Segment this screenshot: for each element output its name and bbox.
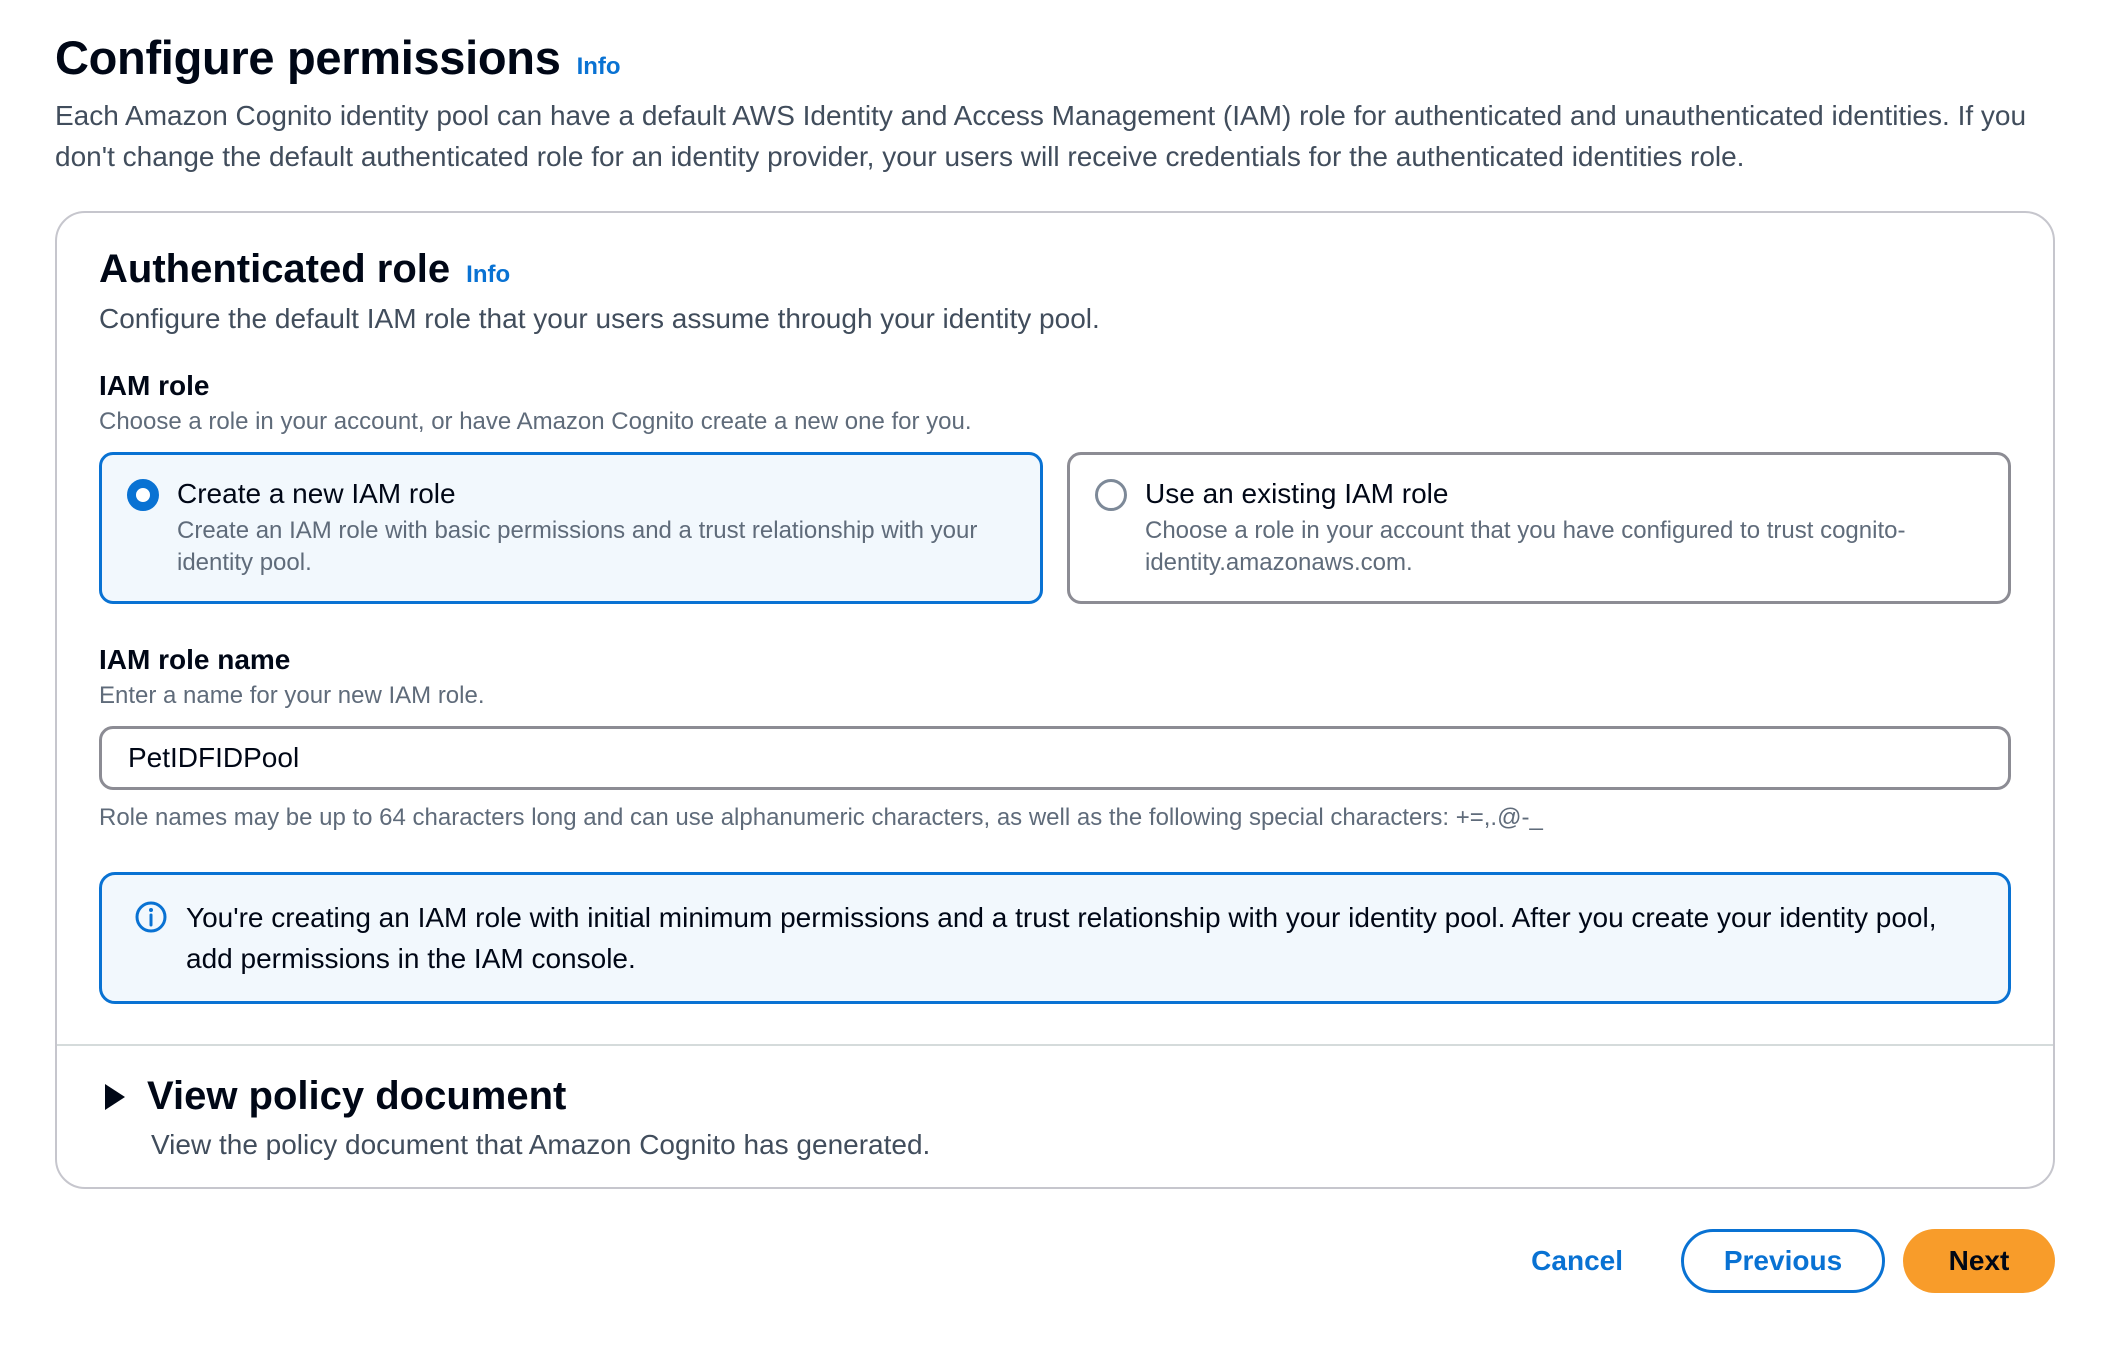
page: Configure permissions Info Each Amazon C… bbox=[0, 0, 2106, 1352]
tile-description: Choose a role in your account that you h… bbox=[1145, 517, 1906, 576]
container-body: Authenticated role Info Configure the de… bbox=[57, 213, 2053, 1044]
caret-right-icon[interactable] bbox=[105, 1083, 125, 1110]
radio-create-new-role[interactable] bbox=[127, 479, 159, 511]
tile-label: Use an existing IAM role bbox=[1145, 478, 1449, 509]
view-policy-toggle[interactable]: View policy document bbox=[99, 1074, 2011, 1119]
next-button[interactable]: Next bbox=[1903, 1229, 2055, 1293]
iam-role-name-label: IAM role name bbox=[99, 644, 291, 675]
tile-text: Use an existing IAM role Choose a role i… bbox=[1145, 475, 1978, 581]
section-header: Authenticated role Info bbox=[99, 247, 2011, 292]
info-icon bbox=[135, 901, 167, 933]
alert-text: You're creating an IAM role with initial… bbox=[186, 902, 1937, 974]
view-policy-expandable: View policy document View the policy doc… bbox=[57, 1046, 2053, 1187]
wizard-actions: Cancel Previous Next bbox=[55, 1229, 2055, 1293]
radio-use-existing-role[interactable] bbox=[1095, 479, 1127, 511]
section-info-link[interactable]: Info bbox=[466, 261, 510, 289]
page-description: Each Amazon Cognito identity pool can ha… bbox=[55, 100, 2027, 172]
authenticated-role-container: Authenticated role Info Configure the de… bbox=[55, 211, 2055, 1189]
view-policy-title[interactable]: View policy document bbox=[147, 1074, 566, 1119]
page-header: Configure permissions Info bbox=[55, 30, 2051, 85]
cancel-button[interactable]: Cancel bbox=[1491, 1229, 1663, 1293]
tile-description: Create an IAM role with basic permission… bbox=[177, 517, 978, 576]
iam-role-description: Choose a role in your account, or have A… bbox=[99, 408, 972, 435]
iam-role-name-input[interactable] bbox=[99, 726, 2011, 790]
tile-text: Create a new IAM role Create an IAM role… bbox=[177, 475, 1010, 581]
view-policy-description: View the policy document that Amazon Cog… bbox=[151, 1129, 931, 1160]
iam-role-name-constraint: Role names may be up to 64 characters lo… bbox=[99, 804, 1543, 831]
iam-role-name-description: Enter a name for your new IAM role. bbox=[99, 682, 485, 709]
page-title: Configure permissions bbox=[55, 31, 561, 84]
tile-label: Create a new IAM role bbox=[177, 478, 456, 509]
info-alert: You're creating an IAM role with initial… bbox=[99, 872, 2011, 1004]
tile-use-existing-role[interactable]: Use an existing IAM role Choose a role i… bbox=[1067, 452, 2011, 604]
iam-role-tiles: Create a new IAM role Create an IAM role… bbox=[99, 452, 2011, 604]
iam-role-label: IAM role bbox=[99, 370, 210, 401]
section-description: Configure the default IAM role that your… bbox=[99, 303, 1100, 334]
page-info-link[interactable]: Info bbox=[577, 53, 621, 81]
previous-button[interactable]: Previous bbox=[1681, 1229, 1885, 1293]
tile-create-new-role[interactable]: Create a new IAM role Create an IAM role… bbox=[99, 452, 1043, 604]
section-title: Authenticated role bbox=[99, 247, 451, 291]
